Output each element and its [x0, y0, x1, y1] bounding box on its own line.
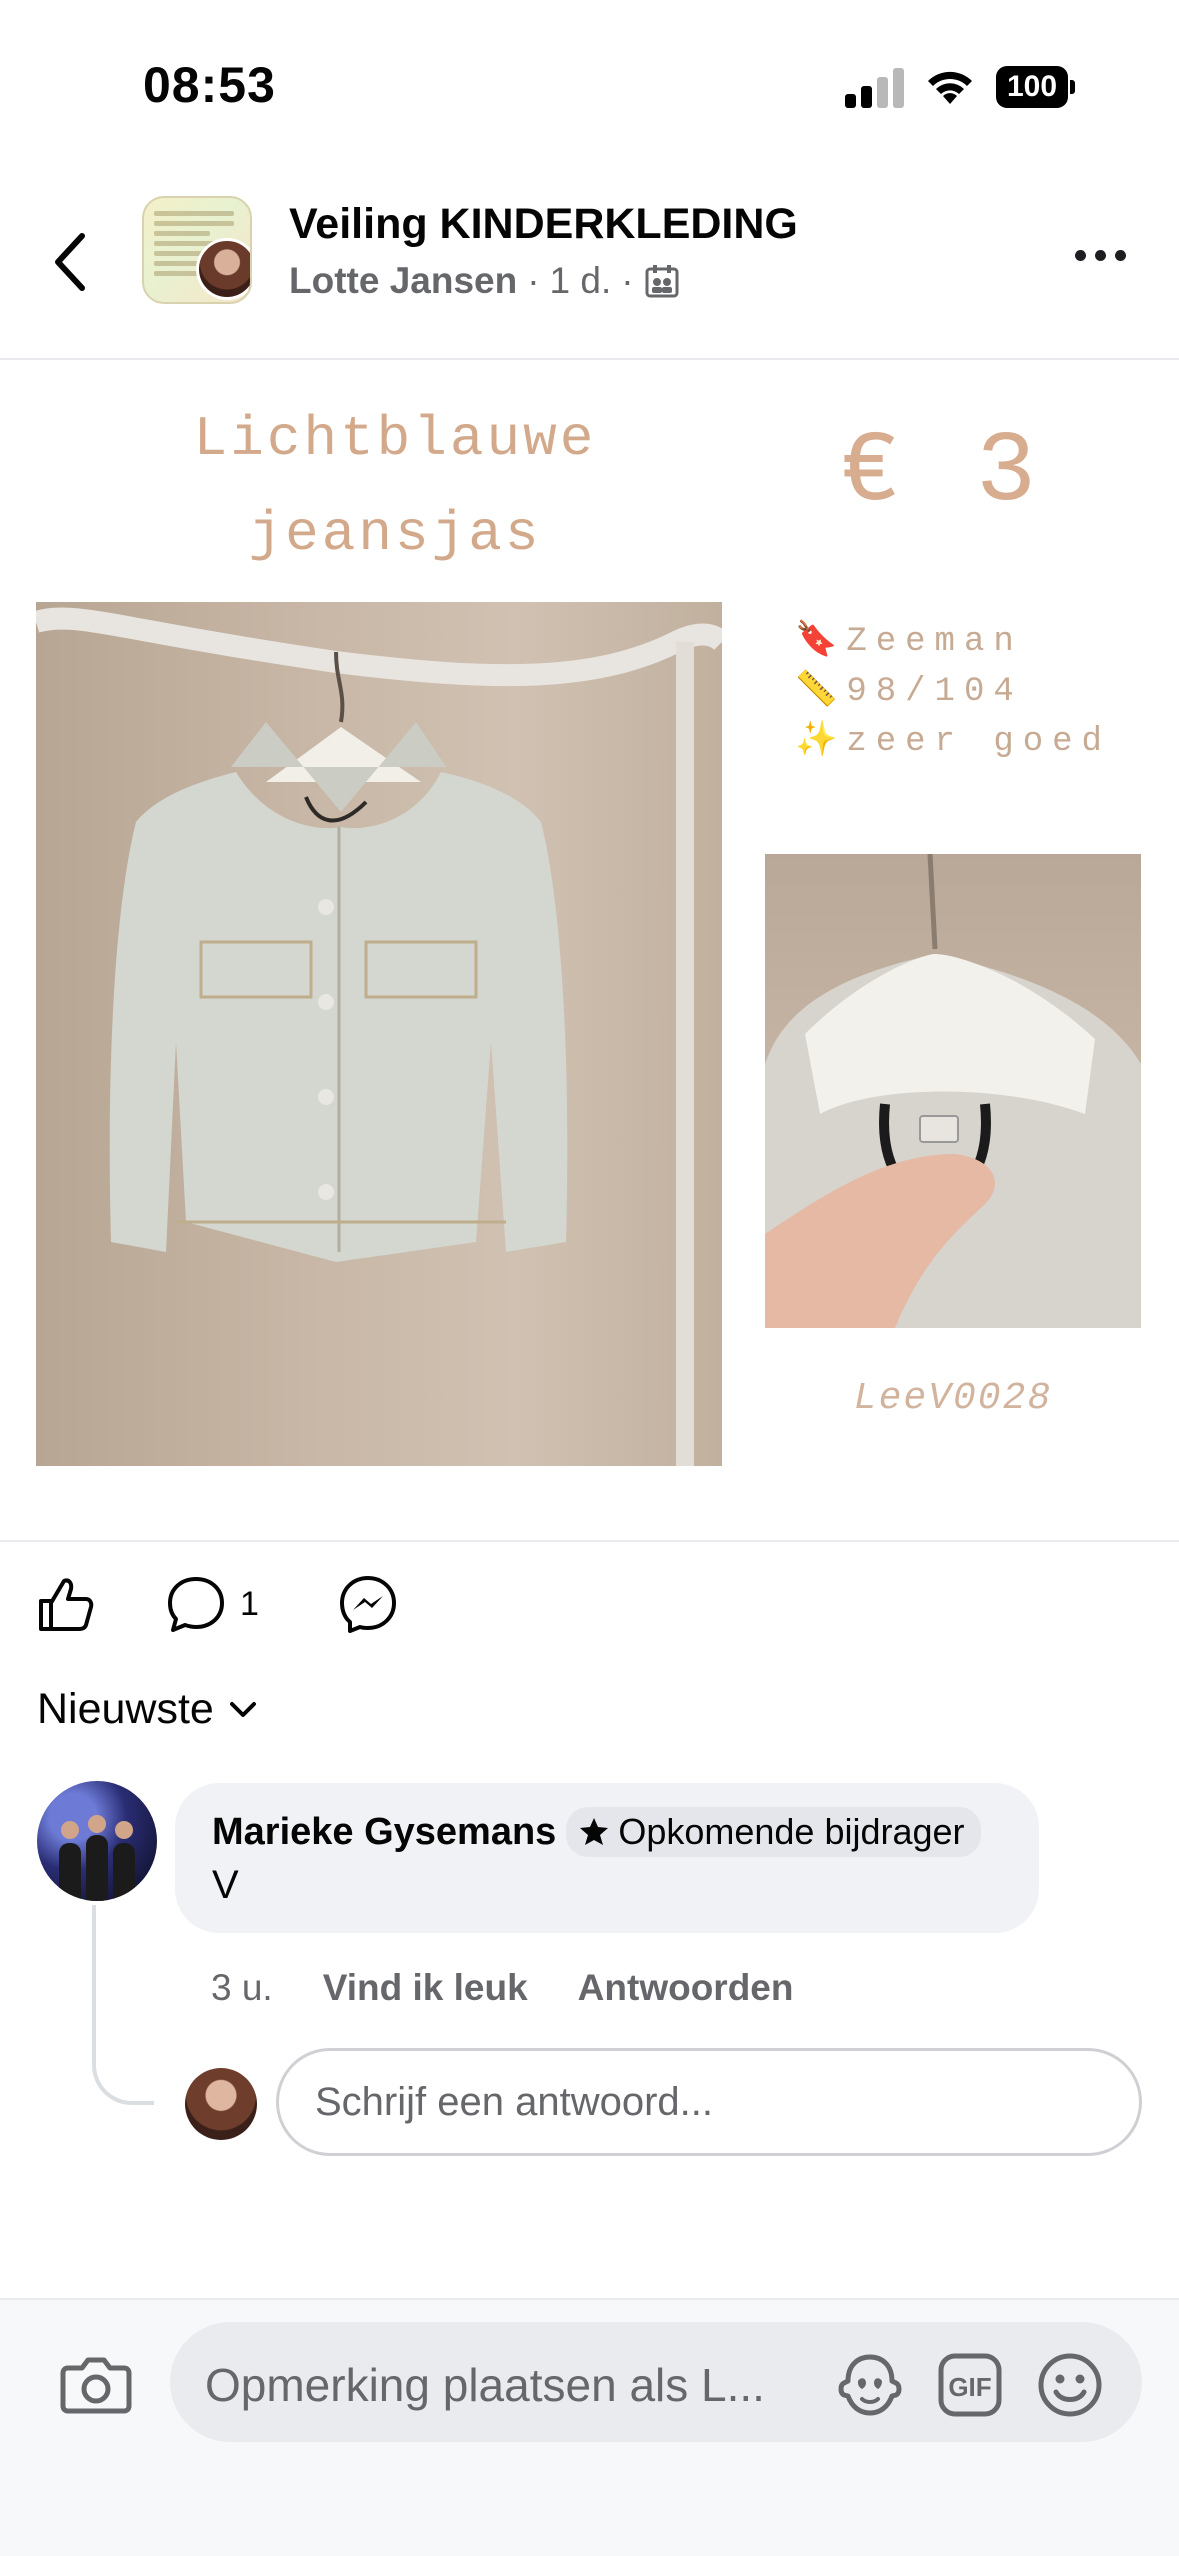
item-title-line1: Lichtblauwe — [193, 407, 597, 471]
comment-time[interactable]: 3 u. — [211, 1967, 273, 2009]
post-meta: Lotte Jansen · 1 d. · — [289, 260, 680, 302]
more-options-button[interactable] — [1075, 250, 1135, 270]
emoji-icon — [1038, 2353, 1102, 2417]
like-icon — [39, 1578, 94, 1631]
comment-count: 1 — [240, 1584, 259, 1623]
status-time: 08:53 — [143, 57, 276, 113]
comment-input[interactable]: Opmerking plaatsen als L... GIF — [170, 2322, 1142, 2442]
label-photo — [765, 854, 1141, 1328]
emoji-button[interactable] — [1035, 2350, 1105, 2420]
group-avatar[interactable] — [142, 196, 252, 304]
meta-separator: · — [621, 260, 634, 301]
commenter-name[interactable]: Marieke Gysemans — [212, 1811, 556, 1854]
current-user-avatar — [185, 2068, 257, 2140]
cellular-signal-icon — [845, 66, 905, 108]
comment-reply-button[interactable]: Antwoorden — [578, 1967, 794, 2009]
item-title-line2: jeansjas — [248, 502, 542, 566]
item-brand: 🔖Zeeman — [795, 623, 1023, 661]
item-size: 📏98/104 — [795, 673, 1023, 711]
jacket-photo — [36, 602, 722, 1466]
avatar-sticker-icon — [838, 2354, 902, 2416]
chevron-down-icon — [229, 1701, 256, 1717]
reply-input[interactable]: Schrijf een antwoord... — [276, 2048, 1142, 2156]
like-button[interactable] — [36, 1574, 94, 1634]
post-time[interactable]: 1 d. — [550, 260, 612, 302]
more-icon — [1075, 250, 1086, 261]
comment-text: V — [212, 1863, 239, 1907]
battery-icon: 100 — [996, 66, 1076, 108]
author-avatar[interactable] — [196, 238, 250, 300]
comment-button[interactable]: 1 — [166, 1574, 259, 1634]
action-bar: 1 — [0, 1540, 1179, 1670]
wifi-icon — [928, 71, 972, 104]
camera-icon — [60, 2357, 132, 2414]
item-condition: ✨zeer goed — [795, 723, 1111, 761]
messenger-icon — [340, 1576, 396, 1633]
back-icon — [55, 233, 85, 291]
comment-composer: Opmerking plaatsen als L... GIF — [0, 2298, 1179, 2556]
comment-sort-dropdown[interactable]: Nieuwste — [37, 1685, 258, 1734]
item-price: € 3 — [840, 417, 1045, 530]
item-details: 🔖Zeeman 📏98/104 ✨zeer goed — [795, 617, 1125, 767]
comment-icon — [168, 1577, 224, 1632]
group-icon — [645, 265, 679, 298]
gif-icon: GIF — [938, 2353, 1002, 2417]
status-bar: 08:53 100 — [0, 0, 1179, 160]
battery-level: 100 — [996, 66, 1068, 108]
comment-bubble[interactable]: Marieke Gysemans Opkomende bijdrager V — [175, 1783, 1039, 1933]
post-header: Veiling KINDERKLEDING Lotte Jansen · 1 d… — [0, 170, 1179, 360]
comment-meta: 3 u. Vind ik leuk Antwoorden — [211, 1967, 793, 2009]
author-name[interactable]: Lotte Jansen — [289, 260, 517, 302]
comment-input-placeholder: Opmerking plaatsen als L... — [205, 2359, 765, 2411]
commenter-avatar[interactable] — [37, 1781, 157, 1901]
badge-label: Opkomende bijdrager — [618, 1811, 965, 1852]
post-image[interactable]: Lichtblauwe jeansjas € 3 🔖Zeeman 📏98/104… — [0, 362, 1179, 1539]
gif-button[interactable]: GIF — [935, 2350, 1005, 2420]
star-icon — [580, 1818, 609, 1845]
back-button[interactable] — [40, 222, 100, 302]
group-name[interactable]: Veiling KINDERKLEDING — [289, 200, 798, 249]
contributor-badge[interactable]: Opkomende bijdrager — [566, 1807, 981, 1857]
avatar-sticker-button[interactable] — [835, 2350, 905, 2420]
svg-text:GIF: GIF — [948, 2372, 991, 2402]
item-title: Lichtblauwe jeansjas — [140, 392, 650, 582]
camera-button[interactable] — [60, 2348, 132, 2420]
send-messenger-button[interactable] — [338, 1574, 398, 1634]
item-code: LeeV0028 — [853, 1377, 1053, 1420]
reply-row: Schrijf een antwoord... — [0, 2048, 1179, 2158]
meta-separator: · — [527, 260, 540, 301]
sort-label: Nieuwste — [37, 1685, 214, 1733]
comment-like-button[interactable]: Vind ik leuk — [323, 1967, 528, 2009]
